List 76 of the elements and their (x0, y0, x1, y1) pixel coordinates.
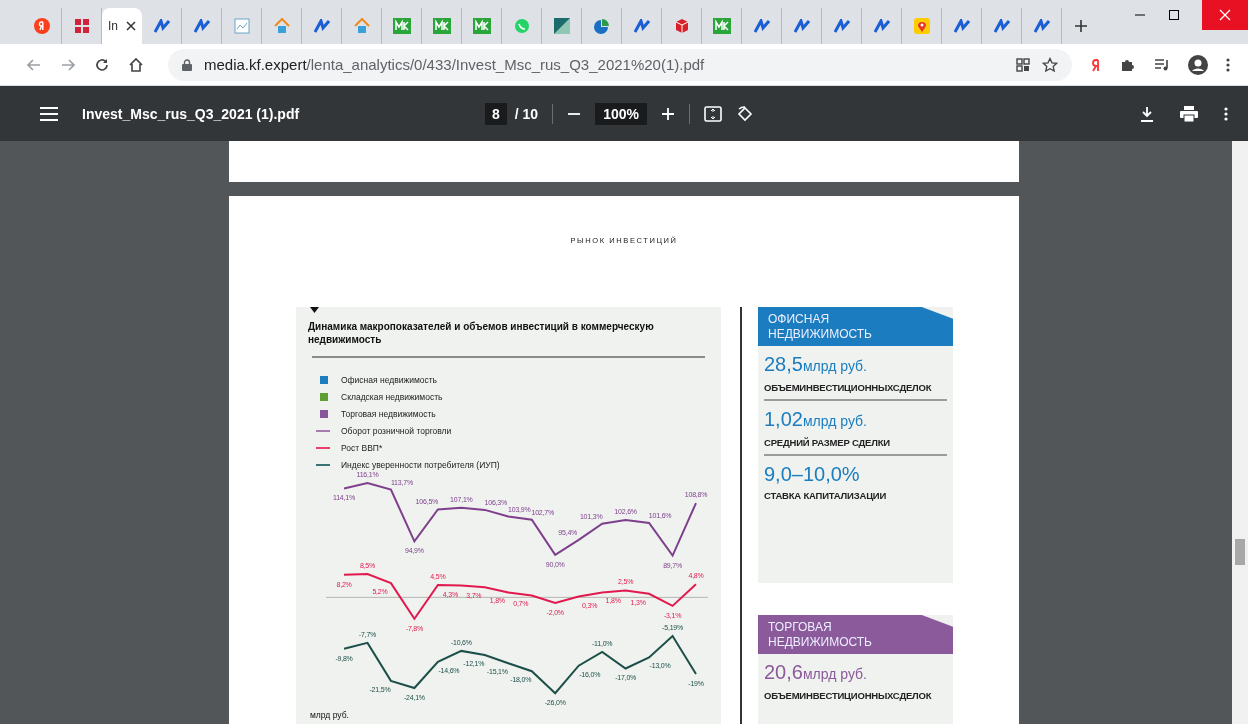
legend-label: Торговая недвижимость (341, 409, 436, 419)
kf-icon (153, 19, 170, 33)
yandex-icon[interactable] (1090, 57, 1102, 72)
stat-value: 20,6млрд руб. (764, 660, 868, 685)
kf-icon (1033, 19, 1050, 33)
legend-label: Офисная недвижимость (341, 375, 438, 385)
kf-icon (833, 19, 850, 33)
zoom-field[interactable]: 100% (595, 102, 647, 125)
stat-value: 1,02млрд руб. (764, 407, 868, 432)
chart-icon (233, 18, 250, 34)
mk-icon (432, 18, 451, 34)
triangle-marker-icon (310, 307, 319, 313)
maximize-icon[interactable] (1168, 9, 1180, 21)
house-icon (273, 18, 290, 34)
legend-label: Рост ВВП* (341, 443, 383, 453)
home-icon[interactable] (128, 56, 144, 73)
lock-icon (182, 58, 192, 71)
qr-code-icon[interactable] (1016, 57, 1030, 72)
legend-label: Оборот розничной торговли (341, 426, 452, 436)
mk-icon (472, 18, 491, 34)
star-icon[interactable] (1042, 56, 1058, 73)
fit-page-icon[interactable] (703, 105, 722, 122)
document-title: Invest_Msc_rus_Q3_2021 (1).pdf (82, 105, 300, 122)
house-icon (353, 18, 370, 34)
chart-title: Динамика макропоказателей и объемов инвестиций в коммерческую недвижимость (307, 320, 655, 346)
stat-caption: ОБЪЕМИНВЕСТИЦИОННЫХСДЕЛОК (764, 690, 933, 701)
kf-icon (873, 19, 890, 33)
rotate-icon[interactable] (735, 104, 754, 123)
stat-caption: СРЕДНИЙ РАЗМЕР СДЕЛКИ (764, 437, 891, 448)
stat-value: 9,0–10,0% (764, 462, 861, 486)
legend-label: Индекс уверенности потребителя (ИУП) (341, 460, 500, 470)
download-icon[interactable] (1140, 105, 1154, 122)
zoom-in-icon[interactable] (660, 106, 675, 121)
kf-icon (993, 19, 1010, 33)
scrollbar-thumb[interactable] (1235, 539, 1245, 565)
mk-icon (392, 18, 411, 34)
playlist-icon[interactable] (1154, 56, 1170, 73)
stat-caption: СТАВКА КАПИТАЛИЗАЦИИ (764, 490, 888, 501)
forward-icon[interactable] (60, 56, 76, 73)
card-header: ОФИСНАЯ НЕДВИЖИМОСТЬ (758, 307, 953, 346)
back-icon[interactable] (26, 56, 42, 73)
print-icon[interactable] (1180, 105, 1198, 122)
more-icon[interactable] (1224, 105, 1228, 122)
squares-icon (73, 18, 90, 34)
close-icon (1219, 9, 1231, 21)
more-icon[interactable] (1226, 56, 1230, 73)
address-field[interactable]: media.kf.expert/lenta_analytics/0/433/Invest_Msc_rus_Q3_2021%20(1).pdf (168, 48, 1072, 81)
menu-icon[interactable] (40, 106, 58, 121)
kf-icon (633, 19, 650, 33)
close-icon[interactable] (126, 21, 136, 31)
url-host: media.kf.expert (204, 56, 307, 73)
card-header: ТОРГОВАЯ НЕДВИЖИМОСТЬ (758, 615, 953, 654)
legend-label: Складская недвижимость (341, 392, 443, 402)
kf-icon (953, 19, 970, 33)
map-pin-icon (913, 18, 930, 34)
kf-icon (193, 19, 210, 33)
kf-icon (753, 19, 770, 33)
unit-note: млрд руб. (309, 709, 350, 720)
triangle-icon (553, 18, 570, 34)
new-tab-icon[interactable] (1074, 19, 1088, 33)
url-path: /lenta_analytics/0/433/Invest_Msc_rus_Q3_2021%20(1).pdf (306, 56, 705, 73)
tab-title: In (108, 19, 118, 33)
yandex-icon (33, 18, 50, 34)
stat-value: 28,5млрд руб. (764, 352, 868, 377)
cube-icon (673, 18, 690, 34)
avatar-icon[interactable] (1188, 54, 1208, 75)
page-number-field[interactable]: 8 (485, 102, 507, 125)
pie-icon (593, 18, 610, 34)
mk-icon (712, 18, 731, 34)
stat-caption: ОБЪЕМИНВЕСТИЦИОННЫХСДЕЛОК (764, 382, 933, 393)
page-total: / 10 (514, 105, 539, 122)
kf-icon (313, 19, 330, 33)
chat-bubble-icon (513, 18, 530, 34)
kf-icon (793, 19, 810, 33)
browser-tab[interactable]: In (102, 8, 142, 44)
reload-icon[interactable] (94, 56, 110, 73)
